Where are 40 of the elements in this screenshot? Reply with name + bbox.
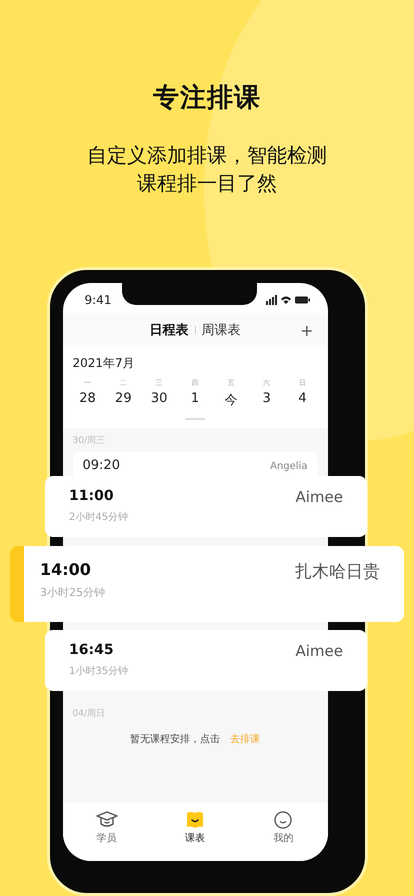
status-time: 9:41 bbox=[84, 293, 112, 307]
lesson-card[interactable]: 14:00 3小时25分钟 扎木哈日贵 bbox=[10, 546, 404, 622]
drag-handle[interactable] bbox=[185, 418, 205, 420]
lesson-time: 14:00 bbox=[40, 560, 92, 579]
tab-bar-item[interactable]: 我的 bbox=[263, 811, 304, 845]
subtitle-line: 自定义添加排课，智能检测 bbox=[87, 142, 327, 169]
graduation-cap-icon bbox=[96, 811, 118, 829]
date-heading: 30/周三 bbox=[72, 435, 106, 447]
view-tab[interactable]: 周课表 bbox=[202, 321, 240, 339]
tab-bar-item[interactable]: 课表 bbox=[174, 811, 215, 845]
empty-message: 暂无课程安排，点击 bbox=[130, 732, 220, 746]
date-item[interactable]: 今 bbox=[224, 391, 238, 409]
smiley-icon bbox=[274, 811, 292, 829]
lesson-card[interactable]: 16:45 1小时35分钟 Aimee bbox=[45, 630, 367, 691]
date-item[interactable]: 3 bbox=[262, 391, 271, 406]
status-icons bbox=[266, 295, 310, 305]
tab-bar-item[interactable]: 学员 bbox=[86, 811, 127, 845]
lesson-duration: 1小时35分钟 bbox=[69, 664, 128, 678]
date-item[interactable]: 29 bbox=[115, 391, 132, 406]
add-button[interactable]: + bbox=[300, 321, 314, 340]
student-name: Aimee bbox=[296, 642, 343, 660]
date-item[interactable]: 1 bbox=[190, 391, 200, 406]
date-heading: 04/周日 bbox=[72, 708, 106, 720]
lesson-card[interactable]: 11:00 2小时45分钟 Aimee bbox=[45, 476, 367, 537]
lesson-duration: 2小时45分钟 bbox=[69, 510, 128, 524]
view-tab[interactable]: 日程表 bbox=[150, 321, 188, 339]
lesson-time: 16:45 bbox=[69, 642, 115, 658]
lesson-time: 11:00 bbox=[69, 488, 115, 504]
student-name: Aimee bbox=[296, 488, 343, 506]
date-item[interactable]: 4 bbox=[298, 391, 307, 406]
date-item[interactable]: 28 bbox=[79, 391, 96, 406]
headline: 专注排课 bbox=[153, 82, 261, 115]
lesson-duration: 3小时25分钟 bbox=[40, 585, 105, 600]
lesson-time: 09:20 bbox=[82, 458, 120, 473]
student-name: Angelia bbox=[270, 461, 308, 472]
month-label: 2021年7月 bbox=[72, 355, 136, 372]
book-icon bbox=[186, 811, 204, 829]
subtitle-line: 课程排一目了然 bbox=[137, 170, 277, 197]
date-item[interactable]: 30 bbox=[150, 391, 168, 406]
student-name: 扎木哈日贵 bbox=[295, 561, 380, 583]
